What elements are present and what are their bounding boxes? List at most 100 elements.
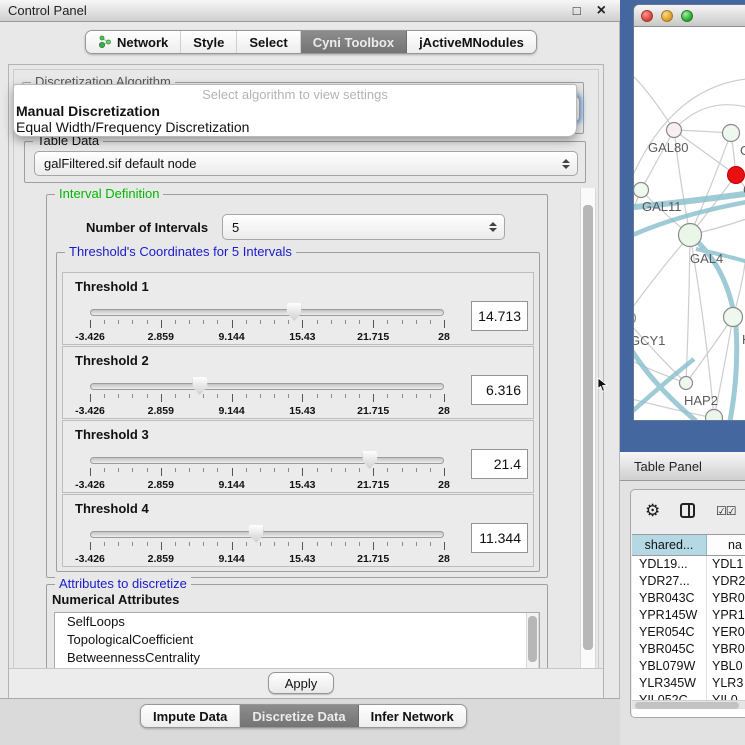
table-row[interactable]: YDL19...YDL1: [632, 556, 745, 573]
node-gcy1: [634, 312, 636, 325]
slider-ticks: [90, 542, 444, 551]
list-item[interactable]: BetweennessCentrality: [55, 649, 539, 667]
threshold-3-value-field[interactable]: 21.4: [471, 449, 528, 479]
tab-network-label: Network: [117, 35, 168, 50]
threshold-row-4: Threshold 4 -3.4262.8599.14415.4321.7152…: [62, 494, 534, 567]
minimize-traffic-light-icon[interactable]: [661, 10, 673, 22]
node-bottom-partial: [706, 410, 723, 422]
table-toolbar: ⚙ ☑☑: [631, 490, 745, 534]
threshold-1-slider[interactable]: -3.4262.8599.14415.4321.71528: [90, 309, 444, 339]
slider-ticks: [90, 468, 444, 477]
threshold-4-slider[interactable]: -3.4262.8599.14415.4321.71528: [90, 531, 444, 561]
checkbox-columns-icon[interactable]: ☑☑: [716, 504, 736, 518]
slider-handle[interactable]: [249, 525, 264, 543]
column-header-name[interactable]: na: [707, 535, 745, 555]
attributes-group-label: Attributes to discretize: [55, 576, 191, 591]
tab-impute-data[interactable]: Impute Data: [141, 705, 240, 727]
network-window-titlebar[interactable]: [634, 5, 745, 27]
popup-option-equal-width-frequency[interactable]: Equal Width/Frequency Discretization: [14, 119, 576, 135]
slider-tick-labels: -3.4262.8599.14415.4321.71528: [90, 405, 444, 417]
network-icon: [98, 35, 112, 49]
table-data-combobox[interactable]: galFiltered.sif default node: [34, 151, 578, 176]
popup-option-manual-discretization[interactable]: Manual Discretization: [14, 103, 576, 119]
slider-tick-labels: -3.4262.8599.14415.4321.71528: [90, 553, 444, 565]
table-panel: Table Panel ⚙ ☑☑ shared... na YDL19...YD…: [620, 452, 745, 745]
number-of-intervals-value: 5: [232, 220, 239, 235]
zoom-traffic-light-icon[interactable]: [681, 10, 693, 22]
slider-track[interactable]: [90, 383, 444, 390]
column-header-shared[interactable]: shared...: [632, 535, 707, 555]
threshold-3-slider[interactable]: -3.4262.8599.14415.4321.71528: [90, 457, 444, 487]
network-window[interactable]: GAL80 GA C GAL11 GAL4 GCY1 H HAP2: [633, 4, 745, 421]
table-row[interactable]: YPR145WYPR1: [632, 607, 745, 624]
node-label-gal11: GAL11: [642, 199, 682, 214]
slider-track[interactable]: [90, 309, 444, 316]
table-row[interactable]: YBL079WYBL0: [632, 658, 745, 675]
table-data-value: galFiltered.sif default node: [44, 156, 196, 171]
table-row[interactable]: YBR045CYBR0: [632, 641, 745, 658]
network-canvas[interactable]: GAL80 GA C GAL11 GAL4 GCY1 H HAP2: [634, 27, 745, 420]
split-columns-icon[interactable]: [680, 503, 695, 518]
tab-select[interactable]: Select: [237, 31, 300, 53]
table-row[interactable]: YLR345WYLR3: [632, 675, 745, 692]
network-graph: GAL80 GA C GAL11 GAL4 GCY1 H HAP2: [634, 27, 745, 421]
settings-scrollbar-thumb[interactable]: [583, 205, 593, 650]
combo-stepper-icon: [489, 222, 497, 232]
gear-icon[interactable]: ⚙: [645, 501, 660, 521]
screen: Control Panel □ × Network Style Select C…: [0, 0, 745, 745]
threshold-2-value-field[interactable]: 6.316: [471, 375, 528, 405]
threshold-3-label: Threshold 3: [75, 427, 149, 442]
slider-track[interactable]: [90, 457, 444, 464]
node-red: [728, 167, 745, 184]
list-item[interactable]: TopologicalCoefficient: [55, 631, 539, 649]
list-scrollbar-thumb[interactable]: [528, 616, 537, 662]
node-h: [724, 308, 743, 327]
node-top-right: [723, 125, 740, 142]
threshold-4-value-field[interactable]: 11.344: [471, 523, 528, 553]
tab-style[interactable]: Style: [181, 31, 237, 53]
table-panel-title: Table Panel: [634, 459, 702, 474]
popup-hint: Select algorithm to view settings: [14, 87, 576, 103]
combo-stepper-icon: [562, 159, 570, 169]
threshold-2-label: Threshold 2: [75, 353, 149, 368]
threshold-2-slider[interactable]: -3.4262.8599.14415.4321.71528: [90, 383, 444, 413]
apply-button[interactable]: Apply: [268, 672, 334, 694]
slider-handle[interactable]: [192, 377, 207, 395]
table-row[interactable]: YDR27...YDR2: [632, 573, 745, 590]
tab-cyni-toolbox[interactable]: Cyni Toolbox: [301, 31, 407, 53]
number-of-intervals-label: Number of Intervals: [86, 220, 208, 235]
slider-handle[interactable]: [287, 303, 302, 321]
node-label-gal80: GAL80: [648, 140, 688, 155]
mouse-cursor: [597, 378, 609, 392]
slider-tick-labels: -3.4262.8599.14415.4321.71528: [90, 331, 444, 343]
table-horizontal-scrollbar[interactable]: [632, 700, 745, 709]
table-horizontal-scrollbar-thumb[interactable]: [635, 702, 739, 709]
tab-network[interactable]: Network: [86, 31, 181, 53]
table-card: ⚙ ☑☑ shared... na YDL19...YDL1 YDR27...Y…: [630, 489, 745, 718]
table-row[interactable]: YBR043CYBR0: [632, 590, 745, 607]
numerical-attributes-list[interactable]: SelfLoops TopologicalCoefficient Between…: [54, 612, 540, 670]
node-label-gal4: GAL4: [690, 251, 723, 266]
node-hap2: [680, 377, 693, 390]
node-label-gcy1: GCY1: [634, 333, 665, 348]
tab-discretize-data[interactable]: Discretize Data: [240, 705, 358, 727]
slider-tick-labels: -3.4262.8599.14415.4321.71528: [90, 479, 444, 491]
slider-ticks: [90, 320, 444, 329]
list-item[interactable]: SelfLoops: [55, 613, 539, 631]
threshold-1-value-field[interactable]: 14.713: [471, 301, 528, 331]
tab-jactivemnodules[interactable]: jActiveMNodules: [407, 31, 536, 53]
float-window-icon[interactable]: □: [573, 3, 581, 18]
tab-infer-network[interactable]: Infer Network: [359, 705, 466, 727]
table-row[interactable]: YER054CYER0: [632, 624, 745, 641]
slider-handle[interactable]: [362, 451, 377, 469]
threshold-1-label: Threshold 1: [75, 279, 149, 294]
table-panel-titlebar: Table Panel: [620, 452, 745, 481]
number-of-intervals-combobox[interactable]: 5: [222, 214, 505, 240]
close-panel-icon[interactable]: ×: [597, 4, 606, 17]
node-gal80: [667, 123, 682, 138]
bottom-tabbar: Impute Data Discretize Data Infer Networ…: [140, 704, 467, 728]
close-traffic-light-icon[interactable]: [641, 10, 653, 22]
threshold-row-2: Threshold 2 -3.4262.8599.14415.4321.7152…: [62, 346, 534, 419]
slider-track[interactable]: [90, 531, 444, 538]
threshold-row-3: Threshold 3 -3.4262.8599.14415.4321.7152…: [62, 420, 534, 493]
